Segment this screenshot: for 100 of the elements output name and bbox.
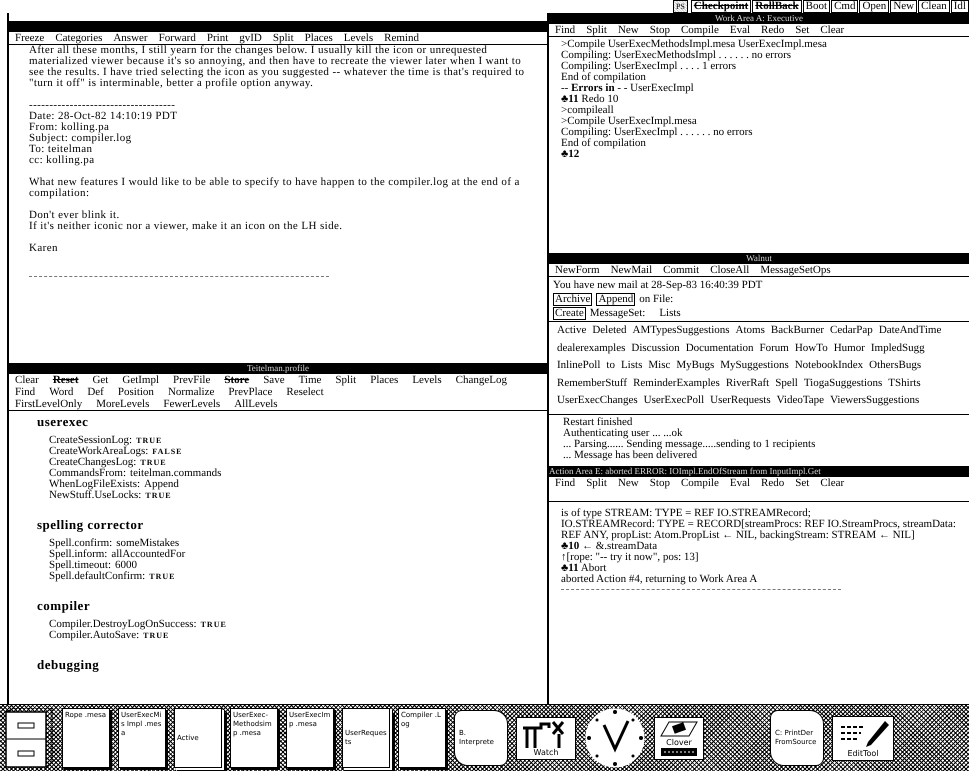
menu-item[interactable]: Compile <box>680 477 719 489</box>
menu-item[interactable]: Word <box>49 386 74 398</box>
system-button[interactable]: Idl <box>950 0 969 13</box>
menu-item[interactable]: PrevPlace <box>228 386 272 398</box>
system-button[interactable]: New <box>890 0 918 13</box>
menu-item[interactable]: Normalize <box>168 386 214 398</box>
menu-item[interactable]: Get <box>92 374 108 386</box>
message-set-item[interactable]: Active <box>557 324 586 342</box>
message-set-item[interactable]: TShirts <box>888 376 921 394</box>
menu-item[interactable]: Places <box>370 374 398 386</box>
message-set-item[interactable]: Spell <box>775 376 798 394</box>
menu-item[interactable]: Compile <box>680 24 719 36</box>
message-set-item[interactable]: dealerexamples <box>557 342 626 360</box>
message-set-item[interactable]: NotebookIndex <box>794 359 864 377</box>
menu-item[interactable]: Freeze <box>15 32 44 44</box>
menu-item[interactable]: NewForm <box>555 264 600 276</box>
menu-item[interactable]: ChangeLog <box>456 374 507 386</box>
message-set-item[interactable]: Documentation <box>686 342 754 360</box>
message-set-item[interactable]: RiverRaft <box>726 376 770 394</box>
message-set-item[interactable]: InlinePoll <box>557 359 600 377</box>
system-button[interactable]: Boot <box>802 0 830 13</box>
message-set-item[interactable]: UserExecChanges <box>557 394 638 412</box>
create-button[interactable]: Create <box>553 306 586 320</box>
menu-item[interactable]: FirstLevelOnly <box>15 398 82 410</box>
message-set-item[interactable]: ReminderExamples <box>633 376 720 394</box>
system-button[interactable]: Checkpoint <box>690 0 752 13</box>
menu-item[interactable]: Redo <box>761 24 784 36</box>
menu-item[interactable]: gvID <box>239 32 262 44</box>
clock-icon[interactable] <box>584 707 646 769</box>
menu-item[interactable]: Set <box>795 24 810 36</box>
toolbox-icon[interactable]: Watch <box>516 716 576 760</box>
message-set-item[interactable]: CedarPap <box>830 324 873 342</box>
menu-item[interactable]: Redo <box>761 477 784 489</box>
menu-item[interactable]: Def <box>87 386 104 398</box>
menu-item[interactable]: New <box>618 24 639 36</box>
menu-item[interactable]: AllLevels <box>234 398 278 410</box>
ps-icon[interactable]: PS <box>672 0 688 13</box>
message-set-item[interactable]: Forum <box>760 342 789 360</box>
menu-item[interactable]: Find <box>15 386 36 398</box>
menu-item[interactable]: GetImpl <box>122 374 160 386</box>
message-set-item[interactable]: BackBurner <box>770 324 824 342</box>
message-set-item[interactable]: MyBugs <box>676 359 714 377</box>
menu-item[interactable]: PrevFile <box>173 374 210 386</box>
message-set-item[interactable]: UserRequests <box>710 394 771 412</box>
menu-item[interactable]: Store <box>224 374 250 386</box>
file-action-button[interactable]: Append <box>596 292 636 306</box>
message-set-item[interactable]: HowTo <box>794 342 828 360</box>
file-action-button[interactable]: Archive <box>553 292 592 306</box>
menu-item[interactable]: Clear <box>820 24 844 36</box>
menu-item[interactable]: Position <box>118 386 154 398</box>
message-set-item[interactable]: VideoTape <box>776 394 824 412</box>
message-set-item[interactable]: ViewersSuggestions <box>830 394 920 412</box>
message-set-item[interactable]: UserExecPoll <box>644 394 704 412</box>
system-button[interactable]: Open <box>859 0 890 13</box>
menu-item[interactable]: Clear <box>15 374 39 386</box>
message-set-item[interactable]: Deleted <box>592 324 627 342</box>
menu-item[interactable]: New <box>618 477 639 489</box>
menu-item[interactable]: Find <box>555 477 576 489</box>
message-set-item[interactable]: OthersBugs <box>869 359 922 377</box>
message-set-item[interactable]: Lists <box>620 359 642 377</box>
system-button[interactable]: RollBack <box>752 0 802 13</box>
menu-item[interactable]: Stop <box>650 477 670 489</box>
menu-item[interactable]: MessageSetOps <box>760 264 831 276</box>
menu-item[interactable]: Split <box>335 374 356 386</box>
message-set-item[interactable]: Humor <box>834 342 865 360</box>
menu-item[interactable]: Split <box>272 32 294 44</box>
menu-item[interactable]: Places <box>304 32 333 44</box>
message-set-item[interactable]: RememberStuff <box>557 376 628 394</box>
menu-item[interactable]: FewerLevels <box>163 398 220 410</box>
system-button[interactable]: Cmd <box>831 0 858 13</box>
message-set-item[interactable]: to <box>606 359 615 377</box>
menu-item[interactable]: Reselect <box>286 386 324 398</box>
message-set-item[interactable]: MySuggestions <box>720 359 789 377</box>
menu-item[interactable]: CloseAll <box>710 264 750 276</box>
system-button[interactable]: Clean <box>918 0 950 13</box>
printer-icon[interactable]: Clover <box>654 716 704 760</box>
menu-item[interactable]: Time <box>298 374 322 386</box>
file-cabinet-icon[interactable] <box>4 708 54 768</box>
menu-item[interactable]: MoreLevels <box>96 398 150 410</box>
menu-item[interactable]: Find <box>555 24 576 36</box>
menu-item[interactable]: Print <box>206 32 228 44</box>
menu-item[interactable]: Save <box>263 374 285 386</box>
message-set-item[interactable]: Discussion <box>631 342 680 360</box>
menu-item[interactable]: Reset <box>52 374 78 386</box>
menu-item[interactable]: NewMail <box>610 264 652 276</box>
message-set-item[interactable]: Misc <box>648 359 670 377</box>
menu-item[interactable]: Eval <box>730 477 750 489</box>
menu-item[interactable]: Stop <box>650 24 670 36</box>
menu-item[interactable]: Eval <box>730 24 750 36</box>
message-set-item[interactable]: Atoms <box>736 324 765 342</box>
menu-item[interactable]: Forward <box>158 32 196 44</box>
menu-item[interactable]: Levels <box>344 32 374 44</box>
message-set-item[interactable]: ImpledSugg <box>870 342 925 360</box>
menu-item[interactable]: Categories <box>55 32 102 44</box>
menu-item[interactable]: Remind <box>384 32 419 44</box>
message-set-item[interactable]: DateAndTime <box>878 324 942 342</box>
menu-item[interactable]: Clear <box>820 477 844 489</box>
menu-item[interactable]: Set <box>795 477 810 489</box>
edit-tool-icon[interactable]: EditTool <box>832 716 894 760</box>
menu-item[interactable]: Answer <box>113 32 148 44</box>
